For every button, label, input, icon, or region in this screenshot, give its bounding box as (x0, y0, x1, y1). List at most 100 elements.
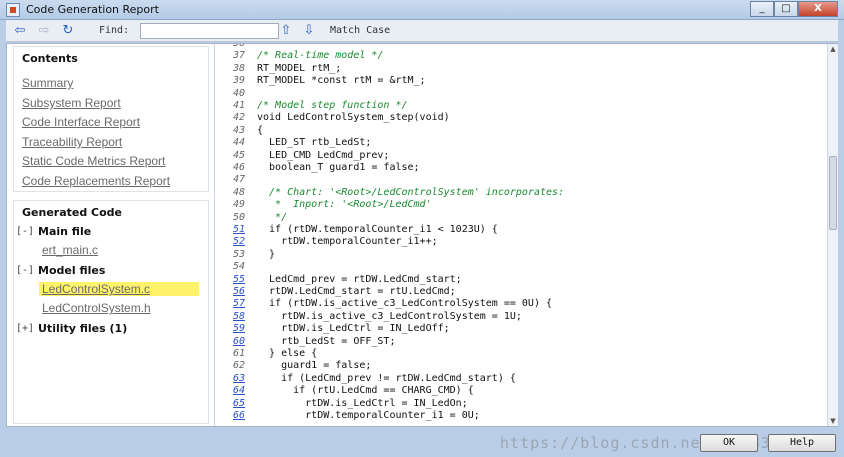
model-files-label[interactable]: Model files (38, 264, 105, 277)
line-number: 62 (232, 360, 245, 372)
scroll-down-icon[interactable]: ▼ (829, 417, 837, 425)
line-number: 50 (232, 211, 245, 223)
code-text: if (rtDW.is_active_c3_LedControlSystem =… (257, 298, 553, 310)
line-number[interactable]: 60 (221, 336, 245, 347)
minimize-button[interactable]: _ (750, 1, 774, 17)
utility-files-toggle[interactable]: [+] (16, 323, 34, 334)
line-number[interactable]: 55 (221, 274, 245, 285)
line-number[interactable]: 59 (221, 323, 245, 334)
line-number: 36 (221, 44, 245, 49)
line-number: 53 (232, 248, 245, 260)
nav-link-code-interface-report[interactable]: Code Interface Report (22, 115, 140, 129)
code-text: LedCmd_prev = rtDW.LedCmd_start; (257, 273, 462, 285)
window-controls: _ □ X (750, 1, 838, 17)
line-number: 37 (232, 50, 245, 62)
code-text: rtDW.temporalCounter_i1 = 0U; (257, 410, 480, 421)
line-number[interactable]: 65 (221, 398, 245, 409)
code-comment: */ (257, 211, 288, 223)
line-number[interactable]: 57 (221, 298, 245, 309)
file-link-ert-main-c[interactable]: ert_main.c (42, 243, 98, 257)
generated-code-panel: Generated Code [-] Main file ert_main.c … (13, 200, 209, 424)
code-text: if (LedCmd_prev != rtDW.LedCmd_start) { (257, 372, 516, 384)
line-number: 45 (232, 149, 245, 161)
find-input[interactable] (140, 23, 279, 39)
nav-link-subsystem-report[interactable]: Subsystem Report (22, 96, 121, 110)
back-arrow-icon[interactable]: ⇦ (12, 23, 28, 39)
line-number: 54 (232, 261, 245, 273)
code-text: LED_CMD LedCmd_prev; (257, 149, 390, 161)
down-arrow-icon[interactable]: ⇩ (301, 23, 317, 39)
toolbar: ⇦ ⇨ ↻ Find: ⇧ ⇩ Match Case (6, 20, 838, 42)
dialog-footer: https://blog.csdn.net/jf_83530405 OK Hel… (0, 428, 844, 457)
model-files-toggle[interactable]: [-] (16, 265, 34, 276)
line-number: 48 (232, 186, 245, 198)
up-arrow-icon[interactable]: ⇧ (278, 23, 294, 39)
match-case-toggle[interactable]: Match Case (330, 25, 390, 36)
code-text: rtDW.is_active_c3_LedControlSystem = 1U; (257, 310, 522, 322)
line-number: 44 (232, 137, 245, 149)
report-body: Contents Summary Subsystem Report Code I… (6, 43, 838, 427)
code-comment: /* Chart: '<Root>/LedControlSystem' inco… (257, 186, 565, 198)
help-button[interactable]: Help (768, 434, 836, 452)
code-comment: /* Model step function */ (257, 100, 408, 111)
code-text: RT_MODEL *const rtM = &rtM_; (257, 75, 426, 87)
line-number[interactable]: 52 (221, 236, 245, 247)
code-text: rtDW.temporalCounter_i1++; (257, 236, 438, 248)
forward-arrow-icon[interactable]: ⇨ (36, 23, 52, 39)
code-text: void LedControlSystem_step(void) (257, 112, 450, 124)
code-text: rtb_LedSt = OFF_ST; (257, 335, 396, 347)
code-view: 3637 /* Real-time model */ 38 RT_MODEL rtM_… (217, 44, 827, 426)
code-text: RT_MODEL rtM_; (257, 62, 342, 74)
main-file-label[interactable]: Main file (38, 225, 91, 238)
nav-link-summary[interactable]: Summary (22, 76, 73, 90)
app-icon (6, 3, 20, 17)
code-text: if (rtU.LedCmd == CHARG_CMD) { (257, 385, 474, 397)
title-bar: Code Generation Report _ □ X (0, 0, 844, 20)
line-number[interactable]: 58 (221, 311, 245, 322)
code-scrollbar[interactable]: ▲ ▼ (827, 44, 838, 426)
window-title: Code Generation Report (26, 3, 159, 16)
line-number: 41 (232, 100, 245, 111)
file-link-ledcontrolsystem-c[interactable]: LedControlSystem.c (39, 282, 199, 296)
nav-link-traceability-report[interactable]: Traceability Report (22, 135, 122, 149)
scroll-up-icon[interactable]: ▲ (829, 45, 837, 53)
line-number: 46 (232, 162, 245, 173)
code-text: rtDW.is_LedCtrl = IN_LedOff; (257, 323, 450, 335)
line-number[interactable]: 51 (221, 224, 245, 235)
line-number: 61 (232, 348, 245, 359)
code-comment: * Inport: '<Root>/LedCmd' (257, 199, 432, 211)
utility-files-label[interactable]: Utility files (1) (38, 322, 127, 335)
code-comment: /* Real-time model */ (257, 50, 384, 62)
line-number: 39 (232, 75, 245, 87)
nav-link-static-code-metrics-report[interactable]: Static Code Metrics Report (22, 154, 165, 168)
line-number[interactable]: 64 (221, 385, 245, 396)
line-number[interactable]: 56 (221, 286, 245, 297)
main-file-toggle[interactable]: [-] (16, 226, 34, 237)
line-number: 43 (232, 124, 245, 136)
code-text: if (rtDW.temporalCounter_i1 < 1023U) { (257, 224, 498, 235)
code-text: } (257, 248, 276, 260)
ok-button[interactable]: OK (700, 434, 758, 452)
maximize-button[interactable]: □ (774, 1, 798, 17)
nav-link-code-replacements-report[interactable]: Code Replacements Report (22, 174, 170, 188)
code-text: } else { (257, 348, 318, 359)
refresh-icon[interactable]: ↻ (60, 23, 76, 39)
line-number: 42 (232, 112, 245, 124)
code-text: rtDW.is_LedCtrl = IN_LedOn; (257, 397, 468, 409)
generated-code-heading: Generated Code (22, 206, 123, 219)
close-button[interactable]: X (798, 1, 838, 17)
line-number[interactable]: 66 (221, 410, 245, 421)
code-text: { (257, 124, 264, 136)
scrollbar-thumb[interactable] (829, 156, 837, 230)
contents-panel: Contents Summary Subsystem Report Code I… (13, 46, 209, 192)
line-number: 47 (232, 174, 245, 186)
code-text: rtDW.LedCmd_start = rtU.LedCmd; (257, 286, 456, 297)
code-text: LED_ST rtb_LedSt; (257, 137, 372, 149)
line-number: 49 (232, 199, 245, 211)
line-number[interactable]: 63 (221, 373, 245, 384)
line-number: 40 (232, 87, 245, 99)
contents-heading: Contents (22, 52, 78, 65)
file-link-ledcontrolsystem-h[interactable]: LedControlSystem.h (42, 301, 151, 315)
find-label: Find: (99, 25, 130, 36)
line-number: 38 (232, 62, 245, 74)
